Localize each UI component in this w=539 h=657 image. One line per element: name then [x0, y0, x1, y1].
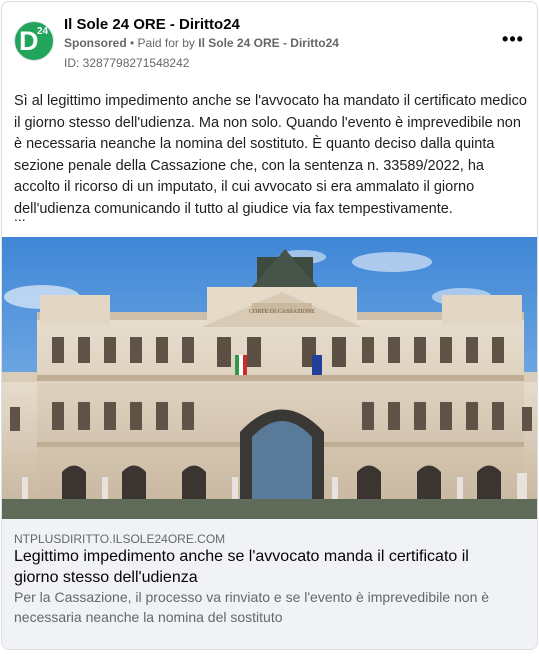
paid-for-prefix: Paid for by	[137, 36, 199, 50]
post-header: D 24 Il Sole 24 ORE - Diritto24 Sponsore…	[2, 2, 537, 82]
more-options-icon[interactable]: •••	[501, 30, 525, 52]
post-text: Sì al legittimo impedimento anche se l'a…	[14, 93, 527, 217]
avatar-number: 24	[37, 26, 49, 37]
link-domain: NTPLUSDIRITTO.ILSOLE24ORE.COM	[14, 532, 226, 546]
link-description: Per la Cassazione, il processo va rinvia…	[14, 589, 490, 625]
sponsored-post-card: D 24 Il Sole 24 ORE - Diritto24 Sponsore…	[1, 1, 538, 650]
link-preview[interactable]: NTPLUSDIRITTO.ILSOLE24ORE.COM Legittimo …	[2, 519, 537, 649]
ad-id: ID: 3287798271548242	[64, 56, 190, 70]
paid-for-name[interactable]: Il Sole 24 ORE - Diritto24	[198, 36, 339, 50]
post-image[interactable]: CORTE DI CASSAZIONE	[2, 237, 537, 519]
building-sign-text: CORTE DI CASSAZIONE	[249, 309, 315, 315]
separator: •	[126, 36, 138, 50]
see-more-ellipsis[interactable]: ...	[14, 208, 26, 224]
sponsored-label: Sponsored	[64, 36, 127, 50]
avatar-letter: D	[19, 26, 39, 56]
page-name-link[interactable]: Il Sole 24 ORE - Diritto24	[64, 16, 240, 34]
sponsor-line: Sponsored • Paid for by Il Sole 24 ORE -…	[64, 35, 339, 51]
page-avatar[interactable]: D 24	[14, 21, 54, 61]
link-title[interactable]: Legittimo impedimento anche se l'avvocat…	[14, 547, 514, 588]
